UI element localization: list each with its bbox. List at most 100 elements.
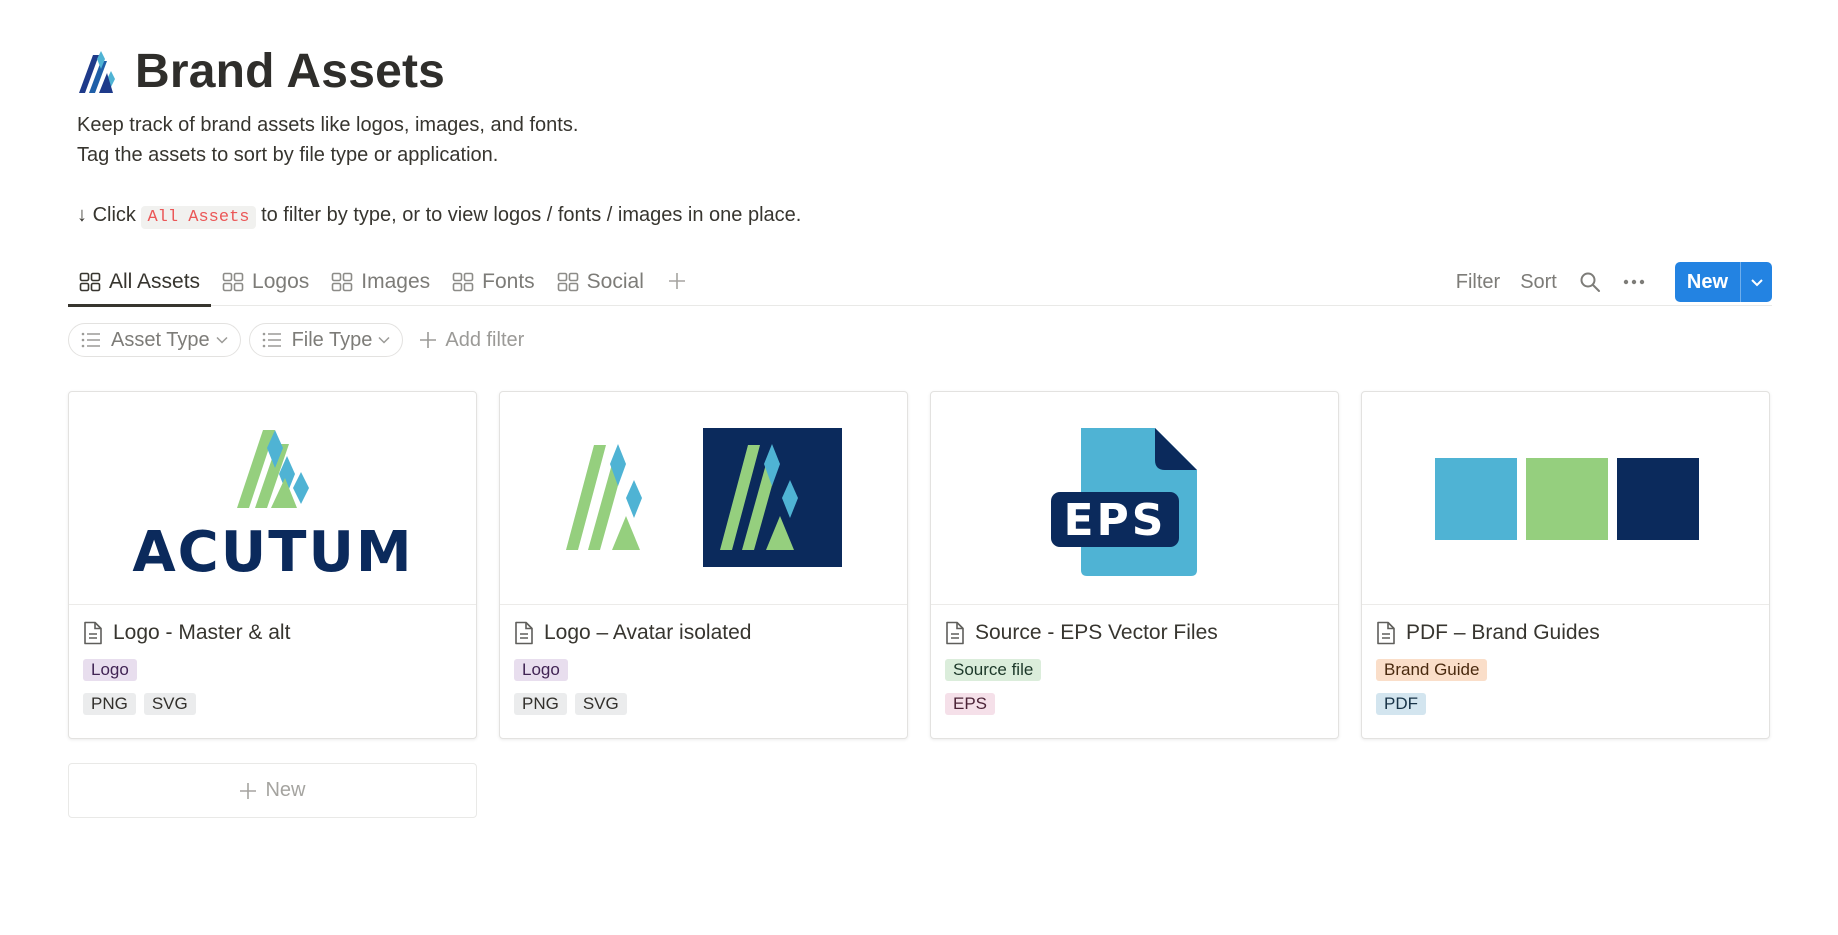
- filter-bar: Asset Type File Type Add filter: [68, 323, 524, 357]
- asset-type-tags: Brand Guide: [1376, 659, 1755, 681]
- gallery-icon: [331, 272, 353, 292]
- page: Brand Assets Keep track of brand assets …: [0, 0, 1838, 935]
- swatch-green: [1526, 458, 1608, 540]
- gallery-icon: [79, 272, 101, 292]
- page-description: Keep track of brand assets like logos, i…: [77, 110, 801, 230]
- brand-logo-icon: [79, 50, 115, 93]
- arrow-down-icon: ↓: [77, 204, 87, 226]
- hint-suffix: to filter by type, or to view logos / fo…: [261, 204, 802, 226]
- asset-type-tags: Logo: [83, 659, 462, 681]
- list-icon: [262, 332, 281, 348]
- file-type-tags: PDF: [1376, 693, 1755, 715]
- tab-label: All Assets: [109, 270, 201, 293]
- page-title: Brand Assets: [135, 45, 446, 98]
- gallery-card[interactable]: EPS Source - EPS Vector Files Source fil…: [930, 391, 1339, 739]
- hint-prefix: Click: [92, 204, 136, 226]
- card-cover: EPS: [931, 392, 1338, 605]
- filter-label: File Type: [291, 328, 373, 351]
- view-tabbar: All Assets Logos Images Fonts Social Fil…: [68, 258, 1772, 307]
- search-icon: [1580, 272, 1600, 292]
- filter-asset-type[interactable]: Asset Type: [68, 323, 241, 357]
- gallery-cards: ACUTUM Logo - Master & alt Logo PNG SVG: [68, 391, 1770, 739]
- page-icon: [515, 621, 533, 645]
- tag: PDF: [1376, 693, 1426, 715]
- tab-fonts[interactable]: Fonts: [441, 258, 546, 306]
- tab-social[interactable]: Social: [546, 258, 655, 306]
- page-icon: [1377, 621, 1395, 645]
- chevron-down-icon: [378, 336, 390, 344]
- new-card-button[interactable]: New: [68, 763, 477, 818]
- gallery-card[interactable]: PDF – Brand Guides Brand Guide PDF: [1361, 391, 1770, 739]
- more-horizontal-icon: [1623, 279, 1645, 285]
- color-palette-image: [1435, 458, 1699, 540]
- card-title: Source - EPS Vector Files: [975, 621, 1218, 644]
- tag: SVG: [574, 693, 627, 715]
- tab-all-assets[interactable]: All Assets: [68, 258, 212, 307]
- gallery-card[interactable]: ACUTUM Logo - Master & alt Logo PNG SVG: [68, 391, 477, 739]
- gallery-icon: [222, 272, 244, 292]
- add-filter-button[interactable]: Add filter: [419, 329, 524, 352]
- sort-button[interactable]: Sort: [1520, 271, 1557, 294]
- page-icon: [946, 621, 964, 645]
- asset-type-tags: Logo: [514, 659, 893, 681]
- inline-code: All Assets: [141, 206, 256, 229]
- chevron-down-icon: [1750, 279, 1763, 287]
- tag: Logo: [83, 659, 137, 681]
- tab-label: Images: [361, 270, 431, 293]
- avatar-logo-image: [566, 428, 842, 567]
- tab-label: Fonts: [482, 270, 535, 293]
- cover-wordmark: ACUTUM: [132, 520, 413, 585]
- description-line: Keep track of brand assets like logos, i…: [77, 114, 579, 136]
- description-line: Tag the assets to sort by file type or a…: [77, 144, 499, 166]
- list-icon: [81, 332, 100, 348]
- more-options-button[interactable]: [1623, 279, 1645, 285]
- tab-images[interactable]: Images: [320, 258, 441, 306]
- add-filter-label: Add filter: [445, 328, 525, 351]
- tag: Brand Guide: [1376, 659, 1488, 681]
- tab-logos[interactable]: Logos: [211, 258, 320, 306]
- new-card-label: New: [265, 779, 306, 801]
- hint-line: ↓ Click All Assets to filter by type, or…: [77, 200, 801, 230]
- tab-label: Logos: [252, 270, 310, 293]
- database-toolbar: Filter Sort New: [1436, 258, 1772, 306]
- eps-label: EPS: [1064, 495, 1167, 546]
- card-title: PDF – Brand Guides: [1406, 621, 1600, 644]
- swatch-blue: [1435, 458, 1517, 540]
- tag: PNG: [83, 693, 136, 715]
- tag: EPS: [945, 693, 996, 715]
- card-cover: [500, 392, 907, 605]
- card-cover: ACUTUM: [69, 392, 476, 605]
- file-type-tags: PNG SVG: [514, 693, 893, 715]
- card-cover: [1362, 392, 1769, 605]
- filter-label: Asset Type: [111, 328, 210, 351]
- card-title: Logo - Master & alt: [113, 621, 291, 644]
- file-type-tags: PNG SVG: [83, 693, 462, 715]
- plus-icon: [240, 782, 257, 799]
- asset-type-tags: Source file: [945, 659, 1324, 681]
- swatch-navy: [1617, 458, 1699, 540]
- new-button[interactable]: New: [1675, 262, 1740, 302]
- eps-file-icon: EPS: [1051, 428, 1197, 576]
- add-view-button[interactable]: [655, 258, 699, 306]
- plus-icon: [668, 273, 685, 289]
- file-type-tags: EPS: [945, 693, 1324, 715]
- acutum-logo-image: ACUTUM: [132, 430, 413, 585]
- tab-label: Social: [586, 270, 644, 293]
- page-icon: [84, 621, 102, 645]
- filter-file-type[interactable]: File Type: [248, 323, 404, 357]
- card-title: Logo – Avatar isolated: [544, 621, 752, 644]
- chevron-down-icon: [216, 336, 228, 344]
- plus-icon: [420, 332, 437, 348]
- search-button[interactable]: [1579, 271, 1601, 293]
- filter-button[interactable]: Filter: [1456, 271, 1500, 294]
- new-dropdown-button[interactable]: [1740, 262, 1772, 302]
- gallery-card[interactable]: Logo – Avatar isolated Logo PNG SVG: [499, 391, 908, 739]
- gallery-icon: [557, 272, 578, 292]
- tag: PNG: [514, 693, 567, 715]
- tag: Source file: [945, 659, 1042, 681]
- tag: SVG: [143, 693, 196, 715]
- gallery-icon: [452, 272, 474, 292]
- view-tabs: All Assets Logos Images Fonts Social: [68, 258, 699, 307]
- page-header: Brand Assets: [77, 44, 445, 99]
- tag: Logo: [514, 659, 568, 681]
